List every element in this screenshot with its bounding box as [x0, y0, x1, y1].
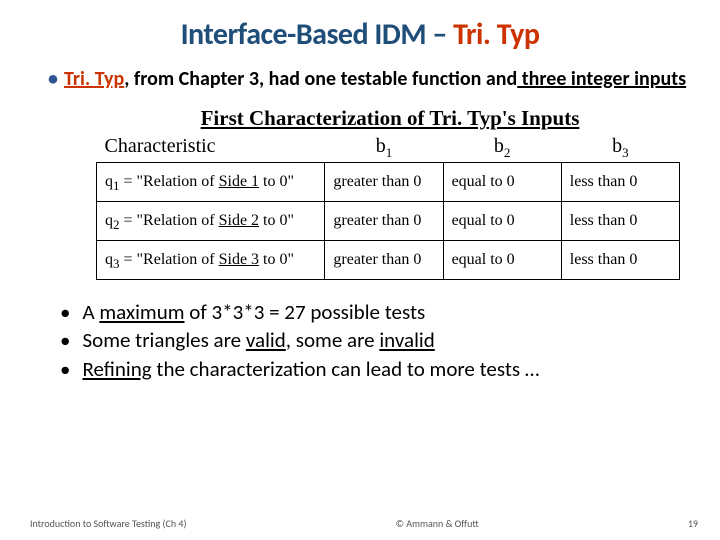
- cell-b1: greater than 0: [325, 163, 443, 202]
- list-item: Refining the characterization can lead t…: [60, 355, 690, 383]
- title-prefix: Interface-Based IDM –: [181, 16, 454, 53]
- col-characteristic: Characteristic: [97, 133, 325, 163]
- col-b2: b2: [443, 133, 561, 163]
- lead-bullet: •Tri. Typ, from Chapter 3, had one testa…: [30, 67, 690, 92]
- table-row: q3 = "Relation of Side 3 to 0" greater t…: [97, 241, 680, 280]
- cell-b3: less than 0: [561, 241, 679, 280]
- footer-left: Introduction to Software Testing (Ch 4): [30, 517, 186, 530]
- lead-mid: , from Chapter 3, had one testable funct…: [124, 67, 517, 91]
- cell-characteristic: q2 = "Relation of Side 2 to 0": [97, 202, 325, 241]
- table-header-row: Characteristic b1 b2 b3: [97, 133, 680, 163]
- bullet-dot: •: [48, 67, 64, 91]
- cell-characteristic: q1 = "Relation of Side 1 to 0": [97, 163, 325, 202]
- cell-b3: less than 0: [561, 163, 679, 202]
- slide-title: Interface-Based IDM – Tri. Typ: [30, 16, 690, 53]
- table-caption: First Characterization of Tri. Typ's Inp…: [96, 106, 684, 131]
- cell-b2: equal to 0: [443, 202, 561, 241]
- lead-highlight: Tri. Typ: [64, 67, 124, 91]
- table-row: q2 = "Relation of Side 2 to 0" greater t…: [97, 202, 680, 241]
- col-b3: b3: [561, 133, 679, 163]
- cell-b2: equal to 0: [443, 163, 561, 202]
- footer-page-number: 19: [688, 517, 698, 530]
- col-b1: b1: [325, 133, 443, 163]
- lead-count: three integer inputs: [517, 67, 686, 91]
- title-highlight: Tri. Typ: [453, 16, 539, 53]
- list-item: A maximum of 3*3*3 = 27 possible tests: [60, 298, 690, 326]
- cell-characteristic: q3 = "Relation of Side 3 to 0": [97, 241, 325, 280]
- list-item: Some triangles are valid, some are inval…: [60, 326, 690, 354]
- footer-center: © Ammann & Offutt: [396, 517, 479, 530]
- table-row: q1 = "Relation of Side 1 to 0" greater t…: [97, 163, 680, 202]
- cell-b1: greater than 0: [325, 241, 443, 280]
- cell-b3: less than 0: [561, 202, 679, 241]
- slide-footer: Introduction to Software Testing (Ch 4) …: [0, 517, 720, 530]
- cell-b2: equal to 0: [443, 241, 561, 280]
- bullet-list: A maximum of 3*3*3 = 27 possible tests S…: [30, 298, 690, 383]
- characterization-table: Characteristic b1 b2 b3 q1 = "Relation o…: [96, 133, 680, 280]
- cell-b1: greater than 0: [325, 202, 443, 241]
